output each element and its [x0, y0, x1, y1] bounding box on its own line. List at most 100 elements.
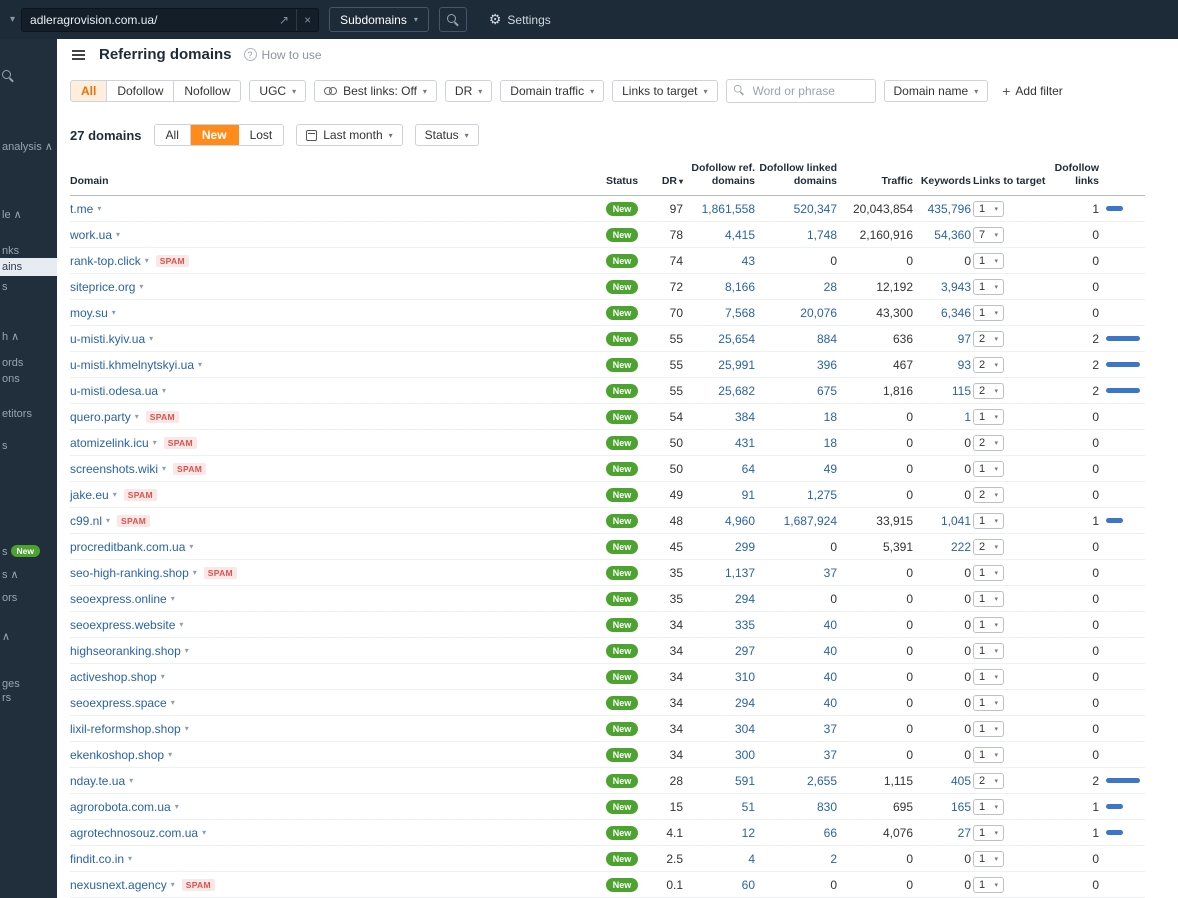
linked-domains-cell[interactable]: 40: [755, 670, 837, 684]
header-domain[interactable]: Domain: [70, 175, 599, 188]
domain-link[interactable]: moy.su: [70, 306, 108, 320]
chevron-down-icon[interactable]: ▾: [193, 568, 197, 577]
search-icon[interactable]: [2, 70, 14, 82]
sidebar-item[interactable]: rs: [2, 692, 11, 704]
links-to-target-select[interactable]: 1 ▾: [973, 616, 1004, 633]
keywords-cell[interactable]: 0: [913, 670, 971, 684]
keywords-cell[interactable]: 1: [913, 410, 971, 424]
linked-domains-cell[interactable]: 884: [755, 332, 837, 346]
filter-dofollow[interactable]: Dofollow: [107, 81, 175, 101]
domain-link[interactable]: jake.eu: [70, 488, 109, 502]
linked-domains-cell[interactable]: 18: [755, 436, 837, 450]
links-to-target-select[interactable]: 1 ▾: [973, 642, 1004, 659]
header-dofollow-ref-domains[interactable]: Dofollow ref. domains: [683, 162, 755, 188]
domain-link[interactable]: u-misti.odesa.ua: [70, 384, 158, 398]
ref-domains-cell[interactable]: 304: [683, 722, 755, 736]
ref-domains-cell[interactable]: 51: [683, 800, 755, 814]
ref-domains-cell[interactable]: 4,415: [683, 228, 755, 242]
ref-domains-cell[interactable]: 294: [683, 696, 755, 710]
keywords-cell[interactable]: 405: [913, 774, 971, 788]
sidebar-group-header[interactable]: s ∧: [2, 568, 19, 581]
ref-domains-cell[interactable]: 300: [683, 748, 755, 762]
segment-all[interactable]: All: [154, 125, 191, 145]
search-button[interactable]: [438, 7, 467, 32]
linked-domains-cell[interactable]: 2: [755, 852, 837, 866]
linked-domains-cell[interactable]: 830: [755, 800, 837, 814]
linked-domains-cell[interactable]: 675: [755, 384, 837, 398]
domain-name-dropdown[interactable]: Domain name ▾: [883, 80, 989, 102]
chevron-down-icon[interactable]: ▾: [10, 14, 15, 25]
links-to-target-select[interactable]: 1 ▾: [973, 850, 1004, 867]
chevron-down-icon[interactable]: ▾: [129, 776, 133, 785]
keywords-cell[interactable]: 0: [913, 852, 971, 866]
linked-domains-cell[interactable]: 28: [755, 280, 837, 294]
linked-domains-cell[interactable]: 0: [755, 592, 837, 606]
period-dropdown[interactable]: Last month ▾: [296, 124, 403, 146]
chevron-down-icon[interactable]: ▾: [185, 724, 189, 733]
domain-link[interactable]: nexusnext.agency: [70, 878, 167, 892]
header-status[interactable]: Status: [599, 175, 645, 188]
header-traffic[interactable]: Traffic: [837, 175, 913, 188]
status-dropdown[interactable]: Status ▾: [414, 124, 479, 146]
ref-domains-cell[interactable]: 1,861,558: [683, 202, 755, 216]
keywords-cell[interactable]: 93: [913, 358, 971, 372]
keywords-cell[interactable]: 0: [913, 644, 971, 658]
chevron-down-icon[interactable]: ▾: [175, 802, 179, 811]
sidebar-item-overview[interactable]: analysis ∧: [2, 140, 53, 153]
keywords-cell[interactable]: 0: [913, 748, 971, 762]
chevron-down-icon[interactable]: ▾: [116, 230, 120, 239]
ref-domains-cell[interactable]: 91: [683, 488, 755, 502]
keywords-cell[interactable]: 0: [913, 462, 971, 476]
linked-domains-cell[interactable]: 40: [755, 618, 837, 632]
domain-link[interactable]: quero.party: [70, 410, 131, 424]
chevron-down-icon[interactable]: ▾: [171, 594, 175, 603]
best-links-dropdown[interactable]: Best links: Off ▾: [314, 80, 437, 102]
sidebar-item[interactable]: ons: [2, 373, 20, 385]
ugc-dropdown[interactable]: UGC ▾: [249, 80, 307, 102]
keywords-cell[interactable]: 0: [913, 878, 971, 892]
header-links-to-target[interactable]: Links to target: [971, 175, 1049, 188]
ref-domains-cell[interactable]: 384: [683, 410, 755, 424]
linked-domains-cell[interactable]: 396: [755, 358, 837, 372]
linked-domains-cell[interactable]: 2,655: [755, 774, 837, 788]
keywords-cell[interactable]: 54,360: [913, 228, 971, 242]
ref-domains-cell[interactable]: 25,654: [683, 332, 755, 346]
sidebar-item[interactable]: s: [2, 281, 8, 293]
links-to-target-select[interactable]: 1 ▾: [973, 408, 1004, 425]
add-filter-button[interactable]: + Add filter: [996, 80, 1069, 102]
chevron-down-icon[interactable]: ▾: [162, 386, 166, 395]
keywords-cell[interactable]: 97: [913, 332, 971, 346]
links-to-target-select[interactable]: 1 ▾: [973, 668, 1004, 685]
linked-domains-cell[interactable]: 1,687,924: [755, 514, 837, 528]
linked-domains-cell[interactable]: 20,076: [755, 306, 837, 320]
domain-link[interactable]: screenshots.wiki: [70, 462, 158, 476]
filter-all[interactable]: All: [71, 81, 108, 101]
sidebar-item[interactable]: s: [2, 440, 8, 452]
linked-domains-cell[interactable]: 37: [755, 722, 837, 736]
ref-domains-cell[interactable]: 1,137: [683, 566, 755, 580]
close-icon[interactable]: ×: [297, 9, 318, 31]
ref-domains-cell[interactable]: 7,568: [683, 306, 755, 320]
linked-domains-cell[interactable]: 40: [755, 644, 837, 658]
hamburger-menu-icon[interactable]: [72, 49, 85, 60]
ref-domains-cell[interactable]: 591: [683, 774, 755, 788]
linked-domains-cell[interactable]: 1,748: [755, 228, 837, 242]
links-to-target-select[interactable]: 2 ▾: [973, 356, 1004, 373]
keywords-cell[interactable]: 0: [913, 436, 971, 450]
chevron-down-icon[interactable]: ▾: [113, 490, 117, 499]
links-to-target-select[interactable]: 1 ▾: [973, 746, 1004, 763]
domain-link[interactable]: seoexpress.website: [70, 618, 175, 632]
links-to-target-select[interactable]: 1 ▾: [973, 720, 1004, 737]
domain-link[interactable]: u-misti.khmelnytskyi.ua: [70, 358, 194, 372]
sidebar-group-header[interactable]: h ∧: [2, 330, 19, 343]
domain-link[interactable]: siteprice.org: [70, 280, 135, 294]
sidebar-item-competitors[interactable]: etitors: [2, 408, 32, 420]
chevron-down-icon[interactable]: ▾: [139, 282, 143, 291]
domain-link[interactable]: u-misti.kyiv.ua: [70, 332, 145, 346]
links-to-target-select[interactable]: 1 ▾: [973, 564, 1004, 581]
linked-domains-cell[interactable]: 66: [755, 826, 837, 840]
chevron-down-icon[interactable]: ▾: [112, 308, 116, 317]
links-to-target-select[interactable]: 7 ▾: [973, 226, 1004, 243]
ref-domains-cell[interactable]: 294: [683, 592, 755, 606]
links-to-target-select[interactable]: 2 ▾: [973, 538, 1004, 555]
